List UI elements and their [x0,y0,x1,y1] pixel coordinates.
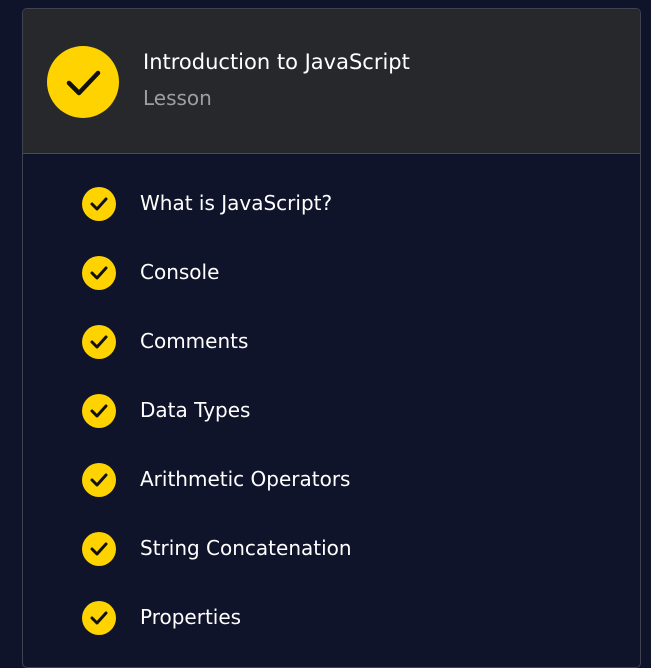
lesson-header[interactable]: Introduction to JavaScript Lesson [23,9,640,154]
list-item[interactable]: What is JavaScript? [23,180,640,230]
check-circle-icon [82,187,116,221]
list-item-label: Properties [140,605,242,629]
lesson-title: Introduction to JavaScript [143,50,410,74]
list-item[interactable]: Data Types [23,387,640,437]
list-item[interactable]: String Concatenation [23,525,640,575]
check-circle-icon [82,601,116,635]
list-item-label: Comments [140,329,249,353]
lesson-panel: Introduction to JavaScript Lesson What i… [22,8,641,668]
lesson-subtitle: Lesson [143,86,212,110]
list-item-label: Console [140,260,220,284]
check-circle-icon [82,532,116,566]
list-item-label: Arithmetic Operators [140,467,351,491]
list-item-label: What is JavaScript? [140,191,333,215]
list-item[interactable]: Console [23,249,640,299]
check-circle-icon [82,394,116,428]
check-circle-icon [82,325,116,359]
list-item[interactable]: Arithmetic Operators [23,456,640,506]
list-item[interactable]: Properties [23,594,640,644]
list-item-label: String Concatenation [140,536,352,560]
lesson-complete-check-icon [47,46,119,118]
check-circle-icon [82,256,116,290]
list-item-label: Data Types [140,398,251,422]
list-item[interactable]: Comments [23,318,640,368]
check-circle-icon [82,463,116,497]
